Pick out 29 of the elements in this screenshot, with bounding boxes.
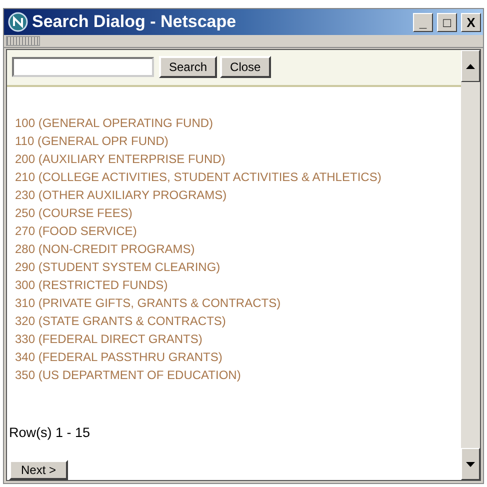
- result-link[interactable]: 340 (FEDERAL PASSTHRU GRANTS): [15, 348, 461, 366]
- result-link[interactable]: 350 (US DEPARTMENT OF EDUCATION): [15, 366, 461, 384]
- result-link[interactable]: 280 (NON-CREDIT PROGRAMS): [15, 240, 461, 258]
- dialog-button[interactable]: Close: [220, 56, 271, 78]
- result-link[interactable]: 230 (OTHER AUXILIARY PROGRAMS): [15, 186, 461, 204]
- scrollbar[interactable]: [461, 50, 480, 480]
- result-link[interactable]: 330 (FEDERAL DIRECT GRANTS): [15, 330, 461, 348]
- window-control[interactable]: □: [437, 12, 457, 32]
- toolbar-grip[interactable]: [6, 36, 40, 46]
- row-count: Row(s) 1 - 15: [9, 424, 92, 440]
- scroll-down-icon[interactable]: [461, 448, 480, 480]
- result-link[interactable]: 250 (COURSE FEES): [15, 204, 461, 222]
- result-link[interactable]: 310 (PRIVATE GIFTS, GRANTS & CONTRACTS): [15, 294, 461, 312]
- result-link[interactable]: 200 (AUXILIARY ENTERPRISE FUND): [15, 150, 461, 168]
- window-title: Search Dialog - Netscape: [32, 12, 238, 32]
- next-button[interactable]: Next >: [9, 460, 68, 480]
- result-link[interactable]: 110 (GENERAL OPR FUND): [15, 132, 461, 150]
- dialog-button[interactable]: Search: [159, 56, 218, 78]
- result-link[interactable]: 320 (STATE GRANTS & CONTRACTS): [15, 312, 461, 330]
- result-link[interactable]: 100 (GENERAL OPERATING FUND): [15, 114, 461, 132]
- search-field[interactable]: [12, 57, 154, 78]
- result-link[interactable]: 270 (FOOD SERVICE): [15, 222, 461, 240]
- result-link[interactable]: 210 (COLLEGE ACTIVITIES, STUDENT ACTIVITIES & ATHLETICS): [15, 168, 461, 186]
- result-link[interactable]: 300 (RESTRICTED FUNDS): [15, 276, 461, 294]
- app-logo-icon: [8, 12, 28, 32]
- result-link[interactable]: 290 (STUDENT SYSTEM CLEARING): [15, 258, 461, 276]
- window-control[interactable]: _: [413, 12, 433, 32]
- scroll-up-icon[interactable]: [461, 50, 480, 82]
- window-control[interactable]: X: [461, 12, 481, 32]
